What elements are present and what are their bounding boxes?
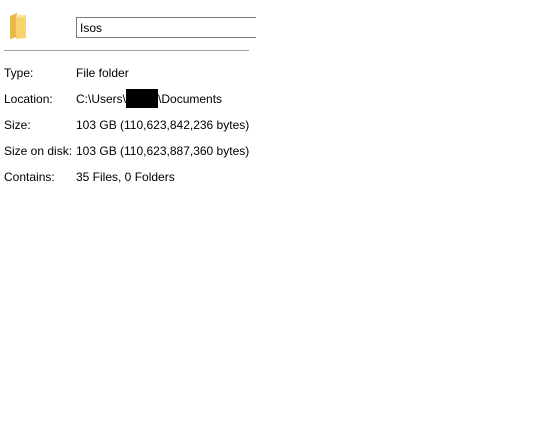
size-on-disk-value: 103 GB (110,623,887,360 bytes) xyxy=(76,144,250,158)
size-label: Size: xyxy=(4,118,31,132)
location-value: C:\Users\ \Documents xyxy=(76,88,223,108)
separator xyxy=(4,50,249,51)
property-row-size: Size: 103 GB (110,623,842,236 bytes) xyxy=(0,117,539,133)
folder-icon xyxy=(10,13,26,39)
location-label: Location: xyxy=(4,92,53,106)
folder-name-field[interactable] xyxy=(76,17,256,38)
property-row-location: Location: C:\Users\ \Documents xyxy=(0,88,539,108)
property-row-type: Type: File folder xyxy=(0,65,539,81)
contains-value: 35 Files, 0 Folders xyxy=(76,170,175,184)
property-row-contains: Contains: 35 Files, 0 Folders xyxy=(0,169,539,185)
size-value: 103 GB (110,623,842,236 bytes) xyxy=(76,118,250,132)
contains-label: Contains: xyxy=(4,170,55,184)
redaction-box xyxy=(126,88,159,108)
size-on-disk-label: Size on disk: xyxy=(4,144,73,158)
location-prefix: C:\Users\ xyxy=(76,92,127,106)
type-value: File folder xyxy=(76,66,129,80)
location-suffix: \Documents xyxy=(158,92,223,106)
property-row-size-on-disk: Size on disk: 103 GB (110,623,887,360 by… xyxy=(0,143,539,159)
type-label: Type: xyxy=(4,66,34,80)
